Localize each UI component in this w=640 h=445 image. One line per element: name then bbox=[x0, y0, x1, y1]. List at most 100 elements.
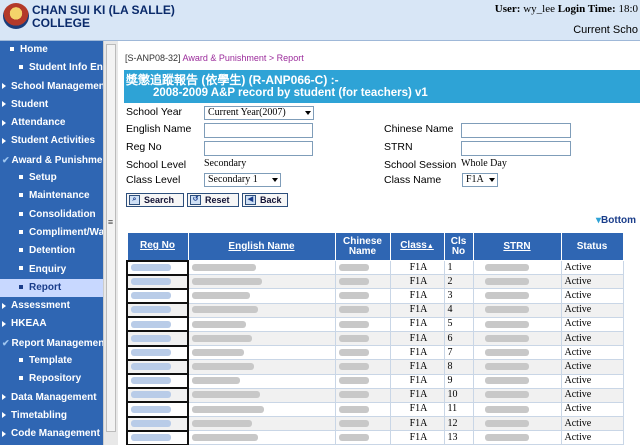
col-english-name[interactable]: English Name bbox=[187, 232, 336, 261]
bottom-link[interactable]: ▾Bottom bbox=[596, 215, 636, 226]
table-row[interactable]: F1A 6 Active bbox=[126, 330, 624, 347]
sidebar-item-school-managemen[interactable]: School Managemen bbox=[0, 78, 103, 96]
cell-reg-no[interactable] bbox=[126, 259, 189, 276]
redacted-reg-no[interactable] bbox=[131, 434, 171, 442]
cell-reg-no[interactable] bbox=[126, 387, 189, 404]
cell-reg-no[interactable] bbox=[126, 415, 189, 432]
cell-reg-no[interactable] bbox=[126, 316, 189, 333]
sidebar-item-compliment-wa[interactable]: Compliment/Wa bbox=[0, 224, 103, 242]
sidebar-item-consolidation[interactable]: Consolidation bbox=[0, 206, 103, 224]
sidebar-item-maintenance[interactable]: Maintenance bbox=[0, 187, 103, 205]
sidebar-item-label: Template bbox=[29, 355, 73, 367]
redacted-reg-no[interactable] bbox=[131, 320, 171, 328]
table-row[interactable]: F1A 5 Active bbox=[126, 316, 624, 333]
cell-class: F1A bbox=[389, 288, 445, 304]
redacted-chinese-name bbox=[338, 363, 369, 371]
redacted-reg-no[interactable] bbox=[131, 377, 171, 385]
cell-status: Active bbox=[560, 274, 624, 290]
redacted-english-name bbox=[192, 377, 240, 385]
english-name-input[interactable] bbox=[204, 123, 313, 138]
table-row[interactable]: F1A 10 Active bbox=[126, 387, 624, 404]
table-row[interactable]: F1A 8 Active bbox=[126, 358, 624, 376]
sidebar-item-label: Code Management bbox=[11, 428, 100, 440]
expand-arrow-icon bbox=[2, 394, 6, 400]
table-row[interactable]: F1A 9 Active bbox=[126, 372, 624, 390]
redacted-reg-no[interactable] bbox=[131, 292, 171, 300]
cell-strn bbox=[472, 316, 562, 332]
table-row[interactable]: F1A 4 Active bbox=[126, 302, 624, 319]
cell-status: Active bbox=[560, 401, 624, 418]
sidebar-item-template[interactable]: Template bbox=[0, 352, 103, 370]
sidebar-item-assessment[interactable]: Assessment bbox=[0, 297, 103, 315]
redacted-reg-no[interactable] bbox=[131, 419, 171, 427]
reset-button[interactable]: ↺ Reset bbox=[187, 193, 239, 207]
cell-reg-no[interactable] bbox=[126, 344, 189, 361]
redacted-reg-no[interactable] bbox=[131, 277, 171, 285]
redacted-reg-no[interactable] bbox=[131, 391, 171, 399]
sidebar-item-setup[interactable]: Setup bbox=[0, 169, 103, 187]
sidebar-item-detention[interactable]: Detention bbox=[0, 242, 103, 260]
sidebar-item-award-punishme[interactable]: ✔ Award & Punishme bbox=[0, 151, 103, 169]
sidebar-item-attendance[interactable]: Attendance bbox=[0, 114, 103, 132]
cell-english-name bbox=[187, 274, 336, 290]
table-row[interactable]: F1A 3 Active bbox=[126, 287, 624, 305]
sidebar-item-report[interactable]: Report bbox=[0, 278, 103, 298]
back-button[interactable]: ◀ Back bbox=[242, 193, 288, 207]
chinese-name-input[interactable] bbox=[461, 123, 571, 138]
redacted-strn bbox=[484, 363, 529, 371]
sidebar-scrollbar-thumb[interactable] bbox=[106, 44, 116, 432]
cell-reg-no[interactable] bbox=[126, 302, 189, 319]
table-row[interactable]: F1A 7 Active bbox=[126, 344, 624, 361]
cell-reg-no[interactable] bbox=[126, 401, 189, 418]
redacted-reg-no[interactable] bbox=[131, 348, 171, 356]
frame-resize-grip-icon[interactable]: ≡ bbox=[104, 217, 117, 227]
class-level-select[interactable]: Secondary 1 bbox=[204, 173, 281, 187]
redacted-strn bbox=[484, 277, 529, 285]
redacted-english-name bbox=[192, 292, 250, 300]
sidebar-item-repository[interactable]: Repository bbox=[0, 370, 103, 388]
school-year-select[interactable]: Current Year(2007) bbox=[204, 106, 314, 120]
sidebar-item-code-management[interactable]: Code Management bbox=[0, 425, 103, 443]
cell-chinese-name bbox=[334, 302, 391, 318]
table-row[interactable]: F1A 12 Active bbox=[126, 415, 624, 432]
sidebar-item-student-activities[interactable]: Student Activities bbox=[0, 132, 103, 150]
col-reg-no[interactable]: Reg No bbox=[126, 232, 189, 261]
reg-no-input[interactable] bbox=[204, 141, 313, 156]
sidebar-item-hkeaa[interactable]: HKEAA bbox=[0, 315, 103, 333]
table-row[interactable]: F1A 2 Active bbox=[126, 273, 624, 290]
cell-reg-no[interactable] bbox=[126, 287, 189, 305]
cell-reg-no[interactable] bbox=[126, 330, 189, 347]
cell-status: Active bbox=[560, 259, 624, 276]
col-class[interactable]: Class▲ bbox=[389, 232, 445, 261]
table-row[interactable]: F1A 1 Active bbox=[126, 259, 624, 276]
cell-reg-no[interactable] bbox=[126, 273, 189, 290]
redacted-reg-no[interactable] bbox=[131, 306, 171, 314]
sidebar-item-data-management[interactable]: Data Management bbox=[0, 389, 103, 407]
strn-input[interactable] bbox=[461, 141, 571, 156]
col-strn[interactable]: STRN bbox=[472, 232, 562, 261]
search-button[interactable]: ⌕ Search bbox=[126, 193, 184, 207]
sidebar-item-report-managemen[interactable]: ✔ Report Managemen bbox=[0, 334, 103, 352]
school-crest-icon bbox=[3, 3, 29, 29]
redacted-reg-no[interactable] bbox=[131, 363, 171, 371]
cell-reg-no[interactable] bbox=[126, 372, 189, 390]
sidebar-item-enquiry[interactable]: Enquiry bbox=[0, 261, 103, 279]
sidebar-scrollbar[interactable] bbox=[103, 41, 118, 445]
cell-reg-no[interactable] bbox=[126, 429, 189, 445]
class-name-select[interactable]: F1A bbox=[462, 173, 498, 187]
school-year-label: School Year bbox=[126, 106, 183, 118]
sidebar-item-label: HKEAA bbox=[11, 318, 47, 330]
sidebar-item-home[interactable]: Home bbox=[0, 41, 103, 59]
table-row[interactable]: F1A 13 Active bbox=[126, 429, 624, 445]
sidebar-item-student-info-enq[interactable]: Student Info Enq bbox=[0, 59, 103, 77]
cell-reg-no[interactable] bbox=[126, 358, 189, 376]
table-row[interactable]: F1A 11 Active bbox=[126, 401, 624, 418]
sidebar-item-student[interactable]: Student bbox=[0, 96, 103, 114]
sidebar-item-timetabling[interactable]: Timetabling bbox=[0, 407, 103, 425]
redacted-reg-no[interactable] bbox=[131, 334, 171, 342]
cell-status: Active bbox=[560, 387, 624, 403]
cell-chinese-name bbox=[334, 345, 391, 361]
redacted-reg-no[interactable] bbox=[131, 263, 171, 271]
school-level-label: School Level bbox=[126, 159, 187, 171]
redacted-reg-no[interactable] bbox=[131, 405, 171, 413]
